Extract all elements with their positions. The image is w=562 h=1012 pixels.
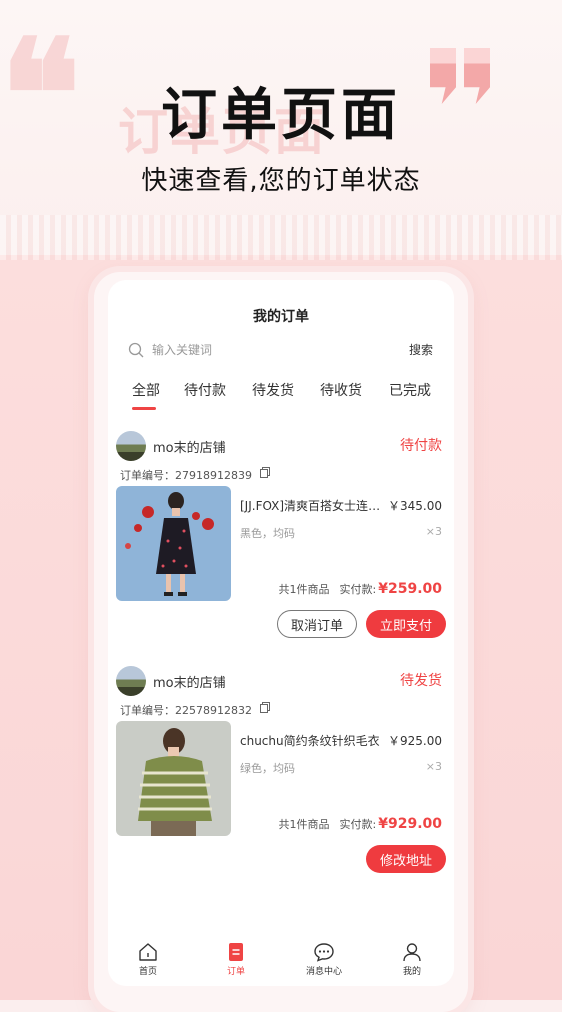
pay-now-button[interactable]: 立即支付 (366, 610, 446, 638)
search-input[interactable] (152, 340, 372, 360)
shop-avatar (116, 666, 146, 696)
hero-title: 订单页面 (161, 83, 401, 148)
product-quantity: ×3 (425, 525, 442, 538)
paid-label: 实付款: (339, 818, 377, 831)
user-icon (403, 943, 421, 962)
item-count: 共1件商品 (278, 583, 330, 596)
tabbar-label: 消息中心 (305, 967, 342, 977)
shop-avatar (116, 431, 146, 461)
order-number-label: 订单编号： (120, 704, 175, 717)
product-image[interactable] (116, 721, 231, 836)
order-summary: 共1件商品 实付款: ¥929.00 (279, 816, 442, 832)
tab-pending-receipt[interactable]: 待收货 (320, 380, 362, 400)
paid-label: 实付款: (339, 583, 377, 596)
product-spec: 黑色，均码 (240, 527, 295, 540)
product-spec: 绿色，均码 (240, 762, 295, 775)
page-title: 我的订单 (253, 309, 309, 325)
cancel-order-button[interactable]: 取消订单 (277, 610, 357, 638)
order-tabs: 全部 待付款 待发货 待收货 已完成 (108, 380, 454, 416)
decorative-band (0, 215, 562, 260)
paid-amount: ¥259.00 (378, 581, 442, 597)
product-quantity: ×3 (425, 760, 442, 773)
tab-pending-shipment[interactable]: 待发货 (252, 380, 294, 400)
order-number-value: 27918912839 (175, 469, 252, 482)
copy-icon[interactable] (260, 467, 270, 478)
bottom-tabbar: 首页 订单 消息中心 我的 (108, 936, 454, 986)
shop-name[interactable]: mo末的店铺 (153, 672, 226, 691)
tab-completed[interactable]: 已完成 (389, 380, 431, 400)
tabbar-item-home[interactable]: 首页 (113, 936, 183, 977)
search-icon[interactable] (128, 342, 144, 358)
tabbar-item-profile[interactable]: 我的 (377, 936, 447, 977)
order-number-label: 订单编号： (120, 469, 175, 482)
message-icon (314, 943, 334, 962)
tabbar-item-orders[interactable]: 订单 (201, 936, 271, 977)
home-icon (139, 943, 157, 961)
order-number-value: 22578912832 (175, 704, 252, 717)
product-name[interactable]: chuchu简约条纹针织毛衣 (240, 732, 388, 749)
phone-frame: 我的订单 搜索 全部 待付款 待发货 待收货 已完成 mo末的店铺 待付款 订单… (94, 272, 468, 1012)
order-status: 待发货 (400, 673, 442, 689)
copy-icon[interactable] (260, 702, 270, 713)
tabbar-item-messages[interactable]: 消息中心 (289, 936, 359, 977)
order-icon (229, 943, 243, 961)
order-summary: 共1件商品 实付款: ¥259.00 (279, 581, 442, 597)
active-tab-indicator (132, 407, 156, 410)
change-address-button[interactable]: 修改地址 (366, 845, 446, 873)
tabbar-label: 我的 (402, 967, 421, 977)
product-image[interactable] (116, 486, 231, 601)
tabbar-label: 订单 (226, 967, 245, 977)
order-number: 订单编号：22578912832 (120, 702, 252, 718)
product-price: ￥925.00 (388, 734, 442, 748)
search-button[interactable]: 搜索 (409, 341, 433, 358)
tabbar-label: 首页 (138, 967, 157, 977)
app-screen: 我的订单 搜索 全部 待付款 待发货 待收货 已完成 mo末的店铺 待付款 订单… (108, 280, 454, 986)
order-status: 待付款 (400, 438, 442, 454)
tab-pending-payment[interactable]: 待付款 (184, 380, 226, 400)
order-number: 订单编号：27918912839 (120, 467, 252, 483)
tab-all[interactable]: 全部 (132, 380, 160, 400)
shop-name[interactable]: mo末的店铺 (153, 437, 226, 456)
product-name[interactable]: [JJ.FOX]清爽百搭女士连衣裙 (240, 497, 388, 514)
paid-amount: ¥929.00 (378, 816, 442, 832)
item-count: 共1件商品 (278, 818, 330, 831)
product-price: ￥345.00 (388, 499, 442, 513)
hero-subtitle: 快速查看,您的订单状态 (141, 166, 421, 196)
